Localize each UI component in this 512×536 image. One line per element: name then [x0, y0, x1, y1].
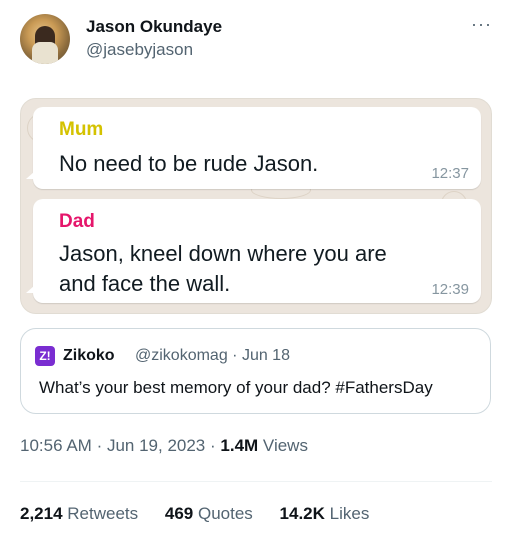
bubble-tail — [26, 286, 34, 293]
message-time: 12:39 — [431, 281, 469, 298]
separator: · — [210, 436, 221, 455]
tweet-image[interactable]: Mum No need to be rude Jason. 12:37 Dad … — [20, 98, 492, 314]
chat-bubble-mum: Mum No need to be rude Jason. 12:37 — [26, 107, 481, 189]
quoted-meta: @zikokomag · Jun 18 — [135, 347, 290, 364]
likes-stat[interactable]: 14.2K Likes — [280, 504, 370, 524]
chat-bubble-dad: Dad Jason, kneel down where you are and … — [26, 199, 481, 303]
retweets-label: Retweets — [67, 504, 139, 523]
retweets-count: 2,214 — [20, 504, 63, 523]
divider — [20, 481, 492, 482]
quotes-label: Quotes — [198, 504, 253, 523]
avatar[interactable] — [20, 14, 70, 64]
quotes-stat[interactable]: 469 Quotes — [165, 504, 253, 524]
retweets-stat[interactable]: 2,214 Retweets — [20, 504, 138, 524]
author-handle[interactable]: @jasebyjason — [86, 40, 193, 60]
quotes-count: 469 — [164, 504, 194, 523]
tweet-stats: 2,214 Retweets 469 Quotes 14.2K Likes — [20, 504, 391, 524]
more-horizontal-icon[interactable]: ··· — [471, 14, 492, 35]
zikoko-logo-icon: Z! — [35, 346, 55, 366]
likes-label: Likes — [329, 504, 370, 523]
avatar-shirt — [32, 42, 58, 64]
tweet-time[interactable]: 10:56 AM — [20, 436, 92, 455]
sender-name: Mum — [59, 119, 104, 140]
message-text-line-2: and face the wall. — [59, 271, 231, 296]
quoted-tweet[interactable]: Z! Zikoko @zikokomag · Jun 18 What’s you… — [20, 328, 491, 414]
message-text: No need to be rude Jason. — [59, 151, 319, 176]
views-count: 1.4M — [220, 436, 259, 455]
quoted-author-name: Zikoko — [63, 347, 115, 364]
message-text-line-1: Jason, kneel down where you are — [59, 241, 387, 266]
author-name[interactable]: Jason Okundaye — [86, 17, 222, 37]
likes-count: 14.2K — [279, 504, 325, 523]
tweet-timestamp: 10:56 AM · Jun 19, 2023 · 1.4M Views — [20, 436, 308, 456]
separator: · — [96, 436, 107, 455]
quoted-text: What’s your best memory of your dad? #Fa… — [39, 378, 433, 397]
bubble-tail — [26, 172, 34, 179]
tweet-date[interactable]: Jun 19, 2023 — [107, 436, 205, 455]
sender-name: Dad — [59, 211, 95, 232]
tweet-header: Jason Okundaye @jasebyjason ··· — [20, 14, 496, 68]
views-label: Views — [262, 436, 308, 455]
message-time: 12:37 — [431, 165, 469, 182]
